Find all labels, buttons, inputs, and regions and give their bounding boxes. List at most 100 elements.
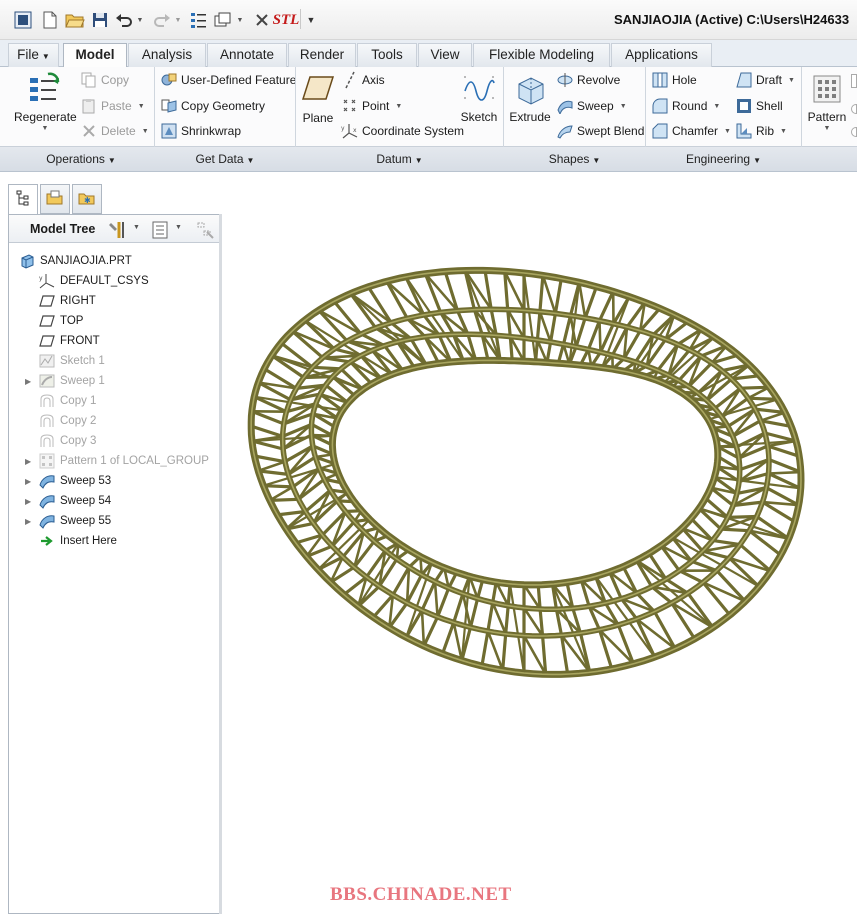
folder-browser-icon [46, 190, 64, 209]
sketch-label: Sketch [460, 110, 498, 124]
svg-text:y: y [39, 275, 43, 282]
show-dropdown-icon[interactable]: ▼ [175, 224, 182, 231]
open-icon[interactable] [64, 9, 86, 31]
customize-icon[interactable]: ▼ [304, 9, 318, 31]
regenerate-icon[interactable] [188, 9, 210, 31]
sketch-button[interactable]: Sketch [459, 72, 499, 124]
truss-member [767, 457, 803, 474]
extrude-button[interactable]: Extrude [508, 72, 552, 124]
copy-button[interactable]: Copy [80, 70, 129, 90]
group-get-data[interactable]: Get Data ▼ [155, 152, 295, 166]
user-defined-feature-button[interactable]: User-Defined Feature [160, 70, 296, 90]
swept-blend-button[interactable]: Swept Blend [556, 121, 644, 141]
group-shapes[interactable]: Shapes ▼ [504, 152, 645, 166]
truss-member [719, 527, 751, 533]
coordinate-system-button[interactable]: yx Coordinate System [341, 121, 464, 141]
tree-item-insert-here[interactable]: Insert Here [39, 531, 117, 551]
tab-applications-label: Applications [625, 47, 698, 62]
tab-tools[interactable]: Tools [357, 43, 417, 67]
copy-geometry-button[interactable]: Copy Geometry [160, 96, 265, 116]
tree-item-default-csys[interactable]: y DEFAULT_CSYS [39, 271, 149, 291]
point-button[interactable]: Point ▼ [341, 96, 402, 116]
tab-file[interactable]: File ▼ [8, 43, 59, 67]
tree-item-sweep-1[interactable]: ▶ Sweep 1 [25, 371, 105, 391]
truss-ring-model[interactable] [224, 172, 857, 914]
regenerate-button[interactable]: Regenerate ▼ [14, 72, 77, 132]
save-icon[interactable] [90, 9, 110, 31]
undo-icon[interactable] [114, 9, 134, 31]
tab-view[interactable]: View [418, 43, 472, 67]
model-tree-tab[interactable] [8, 184, 38, 214]
axis-button[interactable]: Axis [341, 70, 385, 90]
delete-button[interactable]: Delete ▼ [80, 121, 149, 141]
tree-item-sweep-55[interactable]: ▶ Sweep 55 [25, 511, 111, 531]
group-operations[interactable]: Operations ▼ [8, 152, 154, 166]
stl-icon[interactable]: STL [273, 9, 300, 31]
shell-button[interactable]: Shell [735, 96, 783, 116]
favorites-tab[interactable]: ✱ [72, 184, 102, 214]
tree-item-sweep-53[interactable]: ▶ Sweep 53 [25, 471, 111, 491]
undo-dropdown-icon[interactable]: ▼ [135, 9, 145, 31]
sketch-icon [462, 72, 496, 104]
model-tree-header: Model Tree ▼ ▼ [9, 215, 221, 243]
new-icon[interactable] [40, 9, 60, 31]
mirror-icon[interactable] [851, 74, 857, 88]
hole-button[interactable]: Hole [651, 70, 697, 90]
windows-dropdown-icon[interactable]: ▼ [235, 9, 245, 31]
tree-item-label: Insert Here [60, 535, 117, 547]
tree-item-right[interactable]: RIGHT [39, 291, 96, 311]
windows-icon[interactable] [213, 9, 233, 31]
folder-browser-tab[interactable] [40, 184, 70, 214]
tree-item-front[interactable]: FRONT [39, 331, 100, 351]
tree-item-copy-1[interactable]: Copy 1 [39, 391, 96, 411]
tree-item-sweep-54[interactable]: ▶ Sweep 54 [25, 491, 111, 511]
shell-icon [735, 97, 753, 115]
tab-analysis[interactable]: Analysis [128, 43, 206, 67]
truss-member [433, 580, 439, 619]
shrinkwrap-button[interactable]: Shrinkwrap [160, 121, 241, 141]
tree-item-copy-3[interactable]: Copy 3 [39, 431, 96, 451]
tab-annotate[interactable]: Annotate [207, 43, 287, 67]
redo-dropdown-icon[interactable]: ▼ [173, 9, 183, 31]
group-engineering[interactable]: Engineering ▼ [646, 152, 801, 166]
extend-icon[interactable] [851, 104, 857, 114]
project-icon[interactable] [851, 127, 857, 137]
draft-button[interactable]: Draft ▼ [735, 70, 795, 90]
tab-applications[interactable]: Applications [611, 43, 712, 67]
settings-icon[interactable] [107, 220, 127, 243]
paste-label: Paste [101, 99, 132, 113]
tree-item-top[interactable]: TOP [39, 311, 83, 331]
show-icon[interactable] [151, 220, 169, 243]
expand-icon[interactable]: ▶ [25, 457, 35, 466]
rib-button[interactable]: Rib ▼ [735, 121, 787, 141]
sweep-button[interactable]: Sweep ▼ [556, 96, 627, 116]
tree-item-copy-2[interactable]: Copy 2 [39, 411, 96, 431]
expand-icon[interactable]: ▶ [25, 377, 35, 386]
settings-dropdown-icon[interactable]: ▼ [133, 224, 140, 231]
expand-icon[interactable]: ▶ [25, 477, 35, 486]
revolve-button[interactable]: Revolve [556, 70, 620, 90]
tree-item-sketch-1[interactable]: Sketch 1 [39, 351, 105, 371]
round-button[interactable]: Round ▼ [651, 96, 720, 116]
tree-item-pattern-1[interactable]: ▶ Pattern 1 of LOCAL_GROUP [25, 451, 209, 471]
tab-flexible-modeling[interactable]: Flexible Modeling [473, 43, 610, 67]
expand-icon[interactable]: ▶ [25, 497, 35, 506]
tab-render[interactable]: Render [288, 43, 356, 67]
plane-button[interactable]: Plane [300, 74, 336, 125]
expand-icon[interactable]: ▶ [25, 517, 35, 526]
tab-flexible-modeling-label: Flexible Modeling [488, 47, 595, 62]
window-menu-icon[interactable] [12, 9, 34, 31]
panel-resize-bar[interactable] [219, 214, 222, 914]
paste-icon [80, 97, 98, 115]
pattern-button[interactable]: Pattern ▼ [806, 72, 848, 132]
tree-filter-icon[interactable] [195, 220, 215, 243]
group-datum[interactable]: Datum ▼ [296, 152, 503, 166]
close-icon[interactable] [252, 9, 272, 31]
redo-icon[interactable] [152, 9, 172, 31]
graphics-window[interactable] [224, 172, 857, 914]
tree-item-root[interactable]: SANJIAOJIA.PRT [19, 251, 132, 271]
chevron-down-icon: ▼ [788, 76, 795, 84]
tab-model[interactable]: Model [63, 43, 127, 68]
paste-button[interactable]: Paste ▼ [80, 96, 145, 116]
chamfer-button[interactable]: Chamfer ▼ [651, 121, 731, 141]
